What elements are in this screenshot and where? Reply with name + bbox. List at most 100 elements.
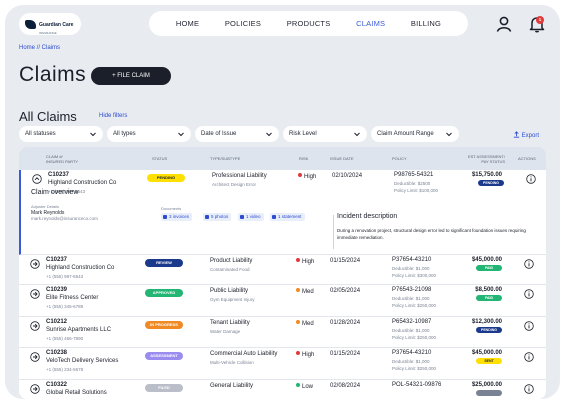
claim-type: General Liability bbox=[210, 383, 254, 389]
main-nav: HOME POLICIES PRODUCTS CLAIMS BILLING bbox=[149, 11, 468, 36]
insured-name: Highland Construction Co bbox=[46, 265, 115, 271]
table-row[interactable]: C10238 VeloTech Delivery Services +1 (555)… bbox=[19, 348, 546, 380]
risk-label: High bbox=[304, 174, 317, 180]
hide-filters-link[interactable]: Hide filters bbox=[99, 113, 127, 119]
risk-dot-icon bbox=[298, 173, 302, 177]
claim-id: C10238 bbox=[46, 350, 68, 356]
claim-id: C10237 bbox=[48, 172, 70, 178]
info-icon[interactable] bbox=[524, 289, 534, 299]
issue-date: 01/28/2024 bbox=[330, 320, 361, 326]
policy-limit: Policy Limit: $300,000 bbox=[392, 273, 437, 278]
info-icon[interactable] bbox=[524, 259, 534, 269]
estimated-amount: $12,300.00 bbox=[471, 319, 502, 325]
brand-logo[interactable]: Guardian Care INSURANCE bbox=[19, 13, 81, 35]
policy-limit: Policy Limit: $250,000 bbox=[392, 303, 437, 308]
table-row[interactable]: C10239 Elite Fitness Center +1 (555) 345-6… bbox=[19, 285, 546, 317]
estimated-amount: $45,000.00 bbox=[471, 257, 502, 263]
filter-risk[interactable]: Risk Level bbox=[283, 126, 367, 142]
breadcrumb[interactable]: Home // Claims bbox=[19, 45, 60, 51]
document-chip-invoices[interactable]: 3 invoices bbox=[161, 213, 193, 221]
policy-number: P37654-43210 bbox=[392, 350, 432, 356]
th-status: STATUS bbox=[152, 156, 168, 161]
pay-status-badge bbox=[476, 390, 502, 396]
th-issue-date: ISSUE DATE bbox=[330, 156, 354, 161]
th-insured-label: INSURED PARTY bbox=[46, 159, 79, 164]
filter-amount[interactable]: Claim Amount Range bbox=[371, 126, 459, 142]
nav-item-home[interactable]: HOME bbox=[176, 19, 199, 28]
risk-label: Low bbox=[302, 384, 314, 390]
pay-status-badge: PENDING bbox=[478, 180, 504, 186]
expand-row-icon[interactable] bbox=[30, 384, 40, 394]
filter-status-label: All statuses bbox=[25, 131, 56, 137]
pay-status-badge: SENT bbox=[476, 358, 502, 364]
document-chip-video[interactable]: 1 video bbox=[238, 213, 264, 221]
table-row[interactable]: C10237 Highland Construction Co +1 (555) 9… bbox=[19, 255, 546, 285]
risk-level: Med bbox=[296, 288, 314, 295]
incident-title: Incident description bbox=[337, 213, 398, 220]
table-row[interactable]: C10322 Global Retail Solutions FILED Genera… bbox=[19, 380, 546, 399]
expand-row-icon[interactable] bbox=[30, 259, 40, 269]
insured-name: Elite Fitness Center bbox=[46, 295, 99, 301]
documents-label: Documents bbox=[161, 206, 182, 211]
export-button[interactable]: Export bbox=[513, 131, 539, 139]
info-icon[interactable] bbox=[526, 174, 536, 184]
table-header: CLAIM #/ INSURED PARTY STATUS TYPE/SUBTY… bbox=[19, 147, 546, 170]
page-title: Claims bbox=[19, 63, 87, 86]
pay-status-badge: PENDING bbox=[476, 327, 502, 333]
risk-level: High bbox=[296, 258, 314, 265]
estimated-amount: $25,000.00 bbox=[471, 382, 502, 388]
claims-table: CLAIM #/ INSURED PARTY STATUS TYPE/SUBTY… bbox=[19, 147, 546, 399]
policy-number: P76543-21098 bbox=[392, 287, 432, 293]
claim-type: Professional Liability bbox=[212, 173, 267, 179]
filter-amount-label: Claim Amount Range bbox=[377, 131, 434, 137]
nav-item-claims[interactable]: CLAIMS bbox=[356, 19, 385, 28]
adjuster-email[interactable]: mark.reynolds@insuranceco.com bbox=[31, 216, 98, 221]
risk-dot-icon bbox=[296, 288, 300, 292]
risk-level: High bbox=[298, 173, 316, 180]
claim-type: Tenant Liability bbox=[210, 320, 250, 326]
risk-label: High bbox=[302, 352, 315, 358]
nav-item-billing[interactable]: BILLING bbox=[411, 19, 441, 28]
status-badge: IN PROGRESS bbox=[145, 321, 183, 329]
filter-date[interactable]: Date of Issue bbox=[195, 126, 279, 142]
filter-risk-label: Risk Level bbox=[289, 131, 317, 137]
document-chip-statement[interactable]: 1 statement bbox=[270, 213, 305, 221]
expand-row-icon[interactable] bbox=[30, 321, 40, 331]
estimated-amount: $8,500.00 bbox=[475, 287, 502, 293]
insured-phone: +1 (555) 456-7890 bbox=[46, 336, 84, 341]
status-badge: PENDING bbox=[147, 174, 185, 182]
document-chip-photos[interactable]: 5 photos bbox=[203, 213, 232, 221]
expand-row-icon[interactable] bbox=[30, 289, 40, 299]
policy-deductible: Deductible: $2500 bbox=[394, 181, 431, 186]
risk-dot-icon bbox=[296, 258, 300, 262]
file-claim-button[interactable]: + FILE CLAIM bbox=[91, 67, 171, 85]
nav-item-policies[interactable]: POLICIES bbox=[225, 19, 261, 28]
filter-type-label: All types bbox=[113, 131, 136, 137]
estimated-amount: $45,000.00 bbox=[471, 350, 502, 356]
nav-item-products[interactable]: PRODUCTS bbox=[287, 19, 331, 28]
risk-label: High bbox=[302, 259, 315, 265]
collapse-row-icon[interactable] bbox=[32, 174, 42, 184]
insured-name: VeloTech Delivery Services bbox=[46, 358, 119, 364]
table-row[interactable]: C10212 Sunrise Apartments LLC +1 (555) 456… bbox=[19, 317, 546, 348]
export-label: Export bbox=[521, 133, 540, 139]
expand-row-icon[interactable] bbox=[30, 352, 40, 362]
chevron-down-icon bbox=[90, 132, 96, 137]
pay-status-badge: PAID bbox=[476, 295, 502, 301]
filter-status[interactable]: All statuses bbox=[19, 126, 103, 142]
filter-type[interactable]: All types bbox=[107, 126, 191, 142]
th-type: TYPE/SUBTYPE bbox=[210, 156, 241, 161]
claim-id: C10322 bbox=[46, 382, 68, 388]
estimated-amount: $15,750.00 bbox=[471, 172, 502, 178]
status-badge: APPROVED bbox=[145, 289, 183, 297]
claim-id: C10239 bbox=[46, 287, 68, 293]
info-icon[interactable] bbox=[524, 321, 534, 331]
info-icon[interactable] bbox=[524, 384, 534, 394]
user-icon[interactable] bbox=[495, 15, 513, 33]
status-badge: FILED bbox=[145, 384, 183, 392]
claim-id: C10237 bbox=[46, 257, 68, 263]
policy-deductible: Deductible: $1,000 bbox=[392, 359, 430, 364]
policy-deductible: Deductible: $1,000 bbox=[392, 328, 430, 333]
info-icon[interactable] bbox=[524, 352, 534, 362]
claim-type: Product Liability bbox=[210, 258, 253, 264]
